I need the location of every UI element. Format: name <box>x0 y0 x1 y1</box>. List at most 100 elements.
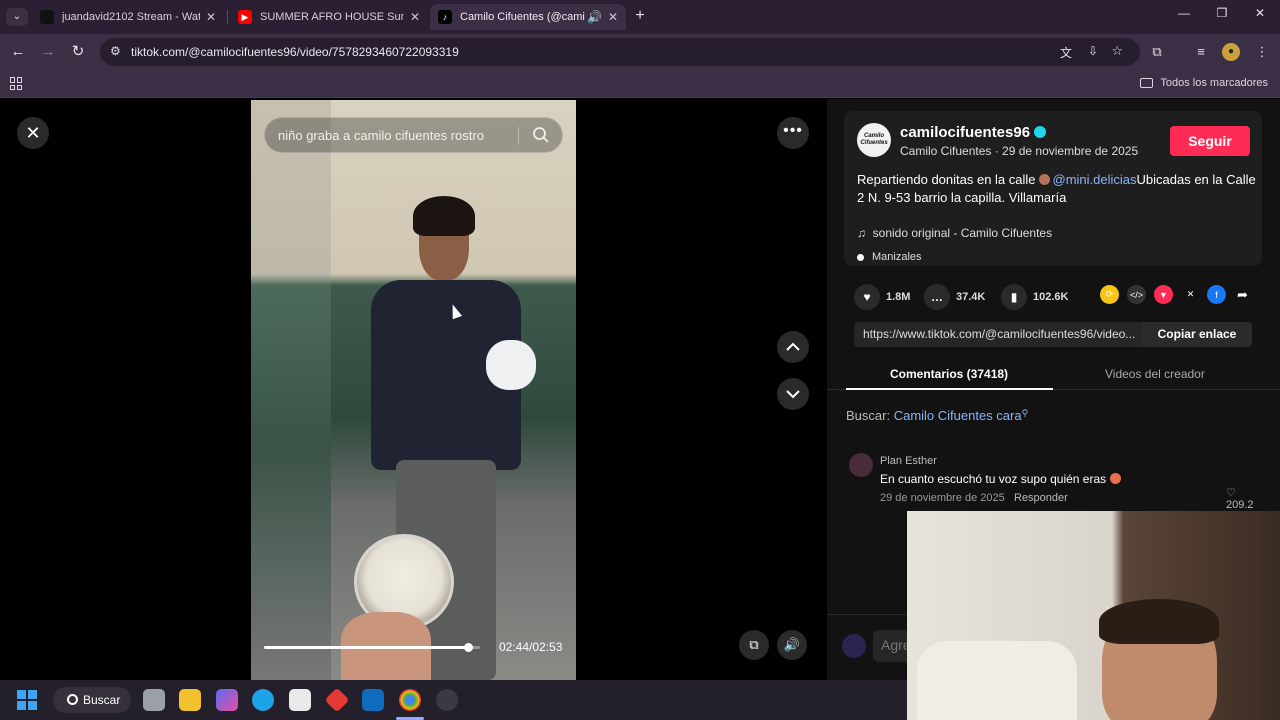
tiktok-favicon-icon: ♪ <box>438 10 452 24</box>
tab-separator <box>227 10 228 24</box>
user-avatar <box>842 634 866 658</box>
youtube-favicon-icon: ▶ <box>238 10 252 24</box>
facebook-icon[interactable]: f <box>1207 285 1226 304</box>
anydesk-icon[interactable] <box>324 687 350 713</box>
sound-link[interactable]: ♫ sonido original - Camilo Cifuentes <box>857 226 1052 240</box>
site-info-icon[interactable]: ⚙ <box>110 44 121 58</box>
store-icon[interactable] <box>289 689 311 711</box>
commenter-name[interactable]: Plan Esther <box>880 455 937 467</box>
tab-creator-videos[interactable]: Videos del creador <box>1105 367 1205 381</box>
forward-icon[interactable]: → <box>38 42 58 62</box>
tab-search-button[interactable]: ⌄ <box>6 8 28 26</box>
next-video-button[interactable] <box>777 378 809 410</box>
tab-title: SUMMER AFRO HOUSE Sunset <box>260 11 404 23</box>
comment-date: 29 de noviembre de 2025 <box>880 492 1005 504</box>
more-options-button[interactable]: ••• <box>777 117 809 149</box>
file-explorer-icon[interactable] <box>179 689 201 711</box>
close-tab-icon[interactable]: ✕ <box>608 10 618 24</box>
restore-icon[interactable]: ❐ <box>1210 6 1234 20</box>
location-chip[interactable]: Manizales <box>857 251 922 263</box>
chevron-down-icon <box>786 390 800 399</box>
webcam-hair <box>1099 599 1219 644</box>
video-search-box[interactable]: niño graba a camilo cifuentes rostro <box>264 117 563 153</box>
heart-eyes-emoji-icon <box>1109 473 1121 484</box>
back-icon[interactable]: ← <box>8 42 28 62</box>
edge-icon[interactable] <box>252 689 274 711</box>
copy-link-button[interactable]: Copiar enlace <box>1142 322 1252 347</box>
close-tab-icon[interactable]: ✕ <box>206 10 216 24</box>
reload-icon[interactable]: ↻ <box>68 42 88 62</box>
all-bookmarks-button[interactable]: Todos los marcadores <box>1140 77 1268 89</box>
mail-icon[interactable] <box>362 689 384 711</box>
search-suggestion-prefix: Buscar: <box>846 408 891 423</box>
creator-avatar[interactable]: Camilo Cifuentes <box>857 123 891 157</box>
reply-button[interactable]: Responder <box>1014 492 1068 504</box>
volume-button[interactable]: 🔊 <box>777 630 807 660</box>
search-icon <box>67 694 78 705</box>
commenter-avatar[interactable] <box>849 453 873 477</box>
url-text: tiktok.com/@camilocifuentes96/video/7578… <box>131 45 459 59</box>
webcam-overlay <box>907 511 1280 720</box>
address-bar[interactable]: ⚙ tiktok.com/@camilocifuentes96/video/75… <box>100 38 1140 66</box>
comment-button[interactable]: … 37.4K <box>924 284 985 310</box>
tab-comments[interactable]: Comentarios (37418) <box>890 367 1008 381</box>
comment-icon: … <box>924 284 950 310</box>
profile-avatar[interactable]: ● <box>1222 43 1240 61</box>
close-tab-icon[interactable]: ✕ <box>410 10 420 24</box>
chrome-icon[interactable] <box>399 689 421 711</box>
apps-grid-icon[interactable] <box>10 77 23 90</box>
video-frame[interactable] <box>251 100 576 680</box>
repost-icon[interactable]: ⟳ <box>1100 285 1119 304</box>
previous-video-button[interactable] <box>777 331 809 363</box>
mention-link[interactable]: @mini.delicias <box>1053 172 1137 187</box>
tab-strip: ⌄ juandavid2102 Stream - Watch ✕ ▶ SUMME… <box>0 0 1280 34</box>
search-divider <box>518 127 519 145</box>
chevron-up-icon <box>786 342 800 351</box>
save-button[interactable]: ▮ 102.6K <box>1001 284 1068 310</box>
close-video-button[interactable]: ✕ <box>17 117 49 149</box>
send-icon[interactable]: ▼ <box>1154 285 1173 304</box>
extensions-icon[interactable]: ⧉ <box>1147 42 1167 62</box>
search-suggestion-term[interactable]: Camilo Cifuentes cara <box>894 408 1022 423</box>
video-link-text[interactable]: https://www.tiktok.com/@camilocifuentes9… <box>863 327 1135 341</box>
new-tab-button[interactable]: + <box>628 7 652 25</box>
comment-likes-count: 209.2 mil <box>1226 499 1254 510</box>
x-twitter-icon[interactable]: ✕ <box>1181 285 1200 304</box>
video-progress-bar[interactable] <box>264 643 480 652</box>
search-icon[interactable] <box>532 126 550 144</box>
username-text: camilocifuentes96 <box>900 124 1031 141</box>
bookmark-icon: ▮ <box>1001 284 1027 310</box>
obs-icon[interactable] <box>436 689 458 711</box>
all-bookmarks-label: Todos los marcadores <box>1160 77 1268 89</box>
video-link-box: https://www.tiktok.com/@camilocifuentes9… <box>854 322 1252 347</box>
minimize-icon[interactable]: — <box>1172 6 1196 20</box>
copilot-icon[interactable] <box>216 689 238 711</box>
share-arrow-icon[interactable]: ➦ <box>1233 285 1252 304</box>
follow-button[interactable]: Seguir <box>1170 126 1250 156</box>
media-controls-icon[interactable]: ≡ <box>1191 42 1211 62</box>
desc-text-before: Repartiendo donitas en la calle <box>857 172 1036 187</box>
task-view-icon[interactable] <box>143 689 165 711</box>
bookmark-star-icon[interactable]: ☆ <box>1111 43 1123 59</box>
search-icon: ⚲ <box>1021 408 1029 418</box>
tab-title: Camilo Cifuentes (@camilo <box>460 11 585 23</box>
saves-count: 102.6K <box>1033 291 1069 303</box>
tab-summer-afro-house[interactable]: ▶ SUMMER AFRO HOUSE Sunset ✕ <box>230 4 428 30</box>
install-app-icon[interactable]: ⇩ <box>1088 44 1098 58</box>
creator-username[interactable]: camilocifuentes96 <box>900 124 1047 141</box>
tab-juandavid[interactable]: juandavid2102 Stream - Watch ✕ <box>32 4 224 30</box>
creator-subline: Camilo Cifuentes · 29 de noviembre de 20… <box>900 144 1139 158</box>
comments-tabs: Comentarios (37418) Videos del creador <box>827 360 1280 390</box>
search-suggestion[interactable]: Buscar: Camilo Cifuentes cara⚲ <box>846 408 1028 423</box>
close-window-icon[interactable]: ✕ <box>1248 6 1272 20</box>
translate-icon[interactable]: 文 <box>1060 44 1072 61</box>
menu-kebab-icon[interactable]: ⋮ <box>1252 42 1272 62</box>
windows-start-icon[interactable] <box>17 690 37 710</box>
comment-like-button[interactable]: ♡ 209.2 mil <box>1226 486 1266 510</box>
picture-in-picture-button[interactable]: ⧉ <box>739 630 769 660</box>
embed-icon[interactable]: </> <box>1127 285 1146 304</box>
speaker-icon[interactable]: 🔊 <box>587 10 602 24</box>
taskbar-search[interactable]: Buscar <box>53 687 131 713</box>
like-button[interactable]: ♥ 1.8M <box>854 284 910 310</box>
tab-camilo-cifuentes[interactable]: ♪ Camilo Cifuentes (@camilo 🔊 ✕ <box>430 4 626 30</box>
